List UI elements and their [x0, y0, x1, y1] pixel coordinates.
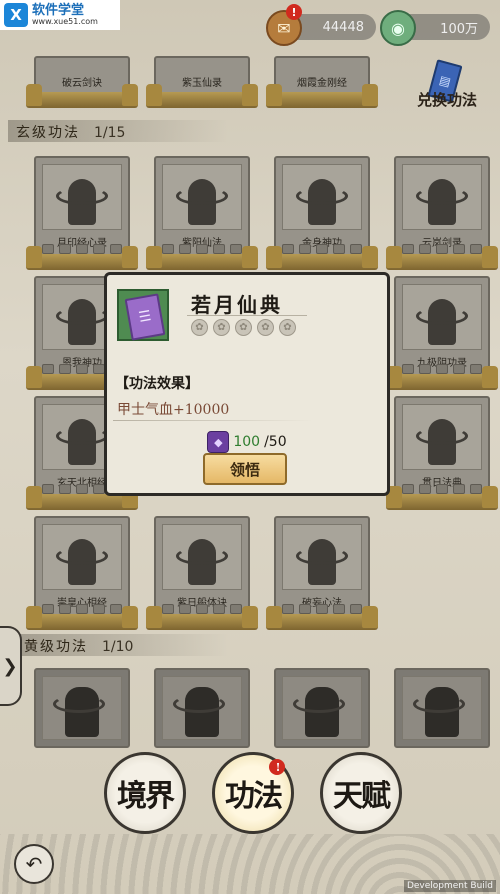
expand-side-tab[interactable]: ❯	[0, 626, 22, 706]
alert-badge: !	[269, 759, 285, 775]
skill-card[interactable]	[154, 668, 250, 748]
skill-card[interactable]: 破云剑诀	[26, 56, 138, 168]
watermark: X 软件学堂 www.xue51.com	[0, 0, 120, 30]
skill-card[interactable]	[34, 668, 130, 748]
star-icon: ✿	[257, 319, 274, 336]
locked-figure-icon	[53, 687, 105, 737]
learn-cost: ◆ 100/50	[107, 431, 387, 453]
star-icon: ✿	[235, 319, 252, 336]
skill-name: 紫玉仙录	[182, 78, 222, 89]
star-icon: ✿	[279, 319, 296, 336]
locked-figure-icon	[416, 419, 468, 465]
section-header-huang: 黄级功法 1/10	[24, 636, 133, 656]
locked-figure-icon	[56, 299, 108, 345]
locked-figure-icon	[416, 299, 468, 345]
locked-figure-icon	[176, 539, 228, 585]
locked-figure-icon	[296, 539, 348, 585]
alert-badge: !	[286, 4, 302, 20]
star-icon: ✿	[213, 319, 230, 336]
skill-card[interactable]	[394, 668, 490, 748]
section-count: 1/15	[94, 125, 126, 141]
nav-label: 功法	[225, 779, 283, 814]
watermark-url: www.xue51.com	[32, 16, 98, 26]
cost-owned: 100	[233, 434, 261, 450]
back-button[interactable]: ↶	[14, 844, 54, 884]
nav-label: 境界	[117, 779, 175, 814]
locked-figure-icon	[56, 179, 108, 225]
locked-figure-icon	[416, 179, 468, 225]
skill-card[interactable]: 紫玉仙录	[146, 56, 258, 168]
locked-figure-icon	[296, 179, 348, 225]
skill-card[interactable]: 九极阴功录	[386, 276, 498, 390]
scroll-resource[interactable]: ✉ ! 44448	[266, 4, 376, 46]
locked-figure-icon	[413, 687, 465, 737]
skill-detail-popup: ☰ 若月仙典 ✿ ✿ ✿ ✿ ✿ 【功法效果】 甲士气血+10000 ◆ 100…	[104, 272, 390, 496]
dev-build-label: Development Build	[403, 880, 496, 892]
section-title: 玄级功法	[16, 125, 80, 141]
cost-required: /50	[264, 434, 287, 450]
nav-realm-button[interactable]: 境界	[104, 752, 186, 834]
jade-icon: ◉	[380, 10, 416, 46]
jade-resource[interactable]: ◉ 100万	[380, 10, 490, 46]
section-title: 黄级功法	[24, 639, 88, 655]
locked-figure-icon	[176, 179, 228, 225]
skill-card[interactable]: 月印经心录	[26, 156, 138, 270]
watermark-title: 软件学堂	[32, 2, 85, 18]
skill-title: 若月仙典	[191, 293, 283, 317]
skill-card[interactable]: 贯日法典	[386, 396, 498, 510]
skill-card[interactable]: 紫阳仙法	[146, 156, 258, 270]
jade-count: 100万	[440, 21, 478, 37]
exchange-label: 兑换功法	[416, 91, 477, 109]
scripture-book-icon: ☰	[124, 293, 166, 341]
section-count: 1/10	[102, 639, 134, 655]
locked-figure-icon	[173, 687, 225, 737]
skill-card[interactable]: 破妄心法	[266, 516, 378, 630]
skill-star-rating: ✿ ✿ ✿ ✿ ✿	[191, 319, 296, 336]
learn-button[interactable]: 领悟	[203, 453, 287, 485]
watermark-logo: X	[4, 3, 28, 27]
skill-card[interactable]: 金身神功	[266, 156, 378, 270]
nav-talent-button[interactable]: 天赋	[320, 752, 402, 834]
skill-name: 破云剑诀	[62, 78, 102, 89]
chevron-right-icon: ❯	[2, 655, 18, 677]
locked-figure-icon	[56, 419, 108, 465]
nav-label: 天赋	[333, 779, 391, 814]
locked-figure-icon	[56, 539, 108, 585]
skill-portrait: ☰	[117, 289, 169, 341]
section-header-xuan: 玄级功法 1/15	[16, 122, 125, 142]
back-arrow-icon: ↶	[25, 852, 43, 876]
skill-card[interactable]	[274, 668, 370, 748]
exchange-skill-button[interactable]: ▤ 兑换功法	[402, 59, 492, 110]
skill-card[interactable]: 紫日般体诀	[146, 516, 258, 630]
skill-card[interactable]: 云岚剑录	[386, 156, 498, 270]
effect-header: 【功法效果】	[115, 376, 199, 392]
star-icon: ✿	[191, 319, 208, 336]
effect-value: 甲士气血+10000	[117, 402, 230, 418]
skill-card[interactable]: 烟霞金刚经	[266, 56, 378, 168]
resource-bar: ✉ ! 44448 ◉ 100万	[266, 4, 490, 46]
skill-name: 烟霞金刚经	[297, 78, 347, 89]
locked-figure-icon	[293, 687, 345, 737]
skill-card[interactable]: 崇皇心相经	[26, 516, 138, 630]
scroll-count: 44448	[322, 19, 364, 35]
spirit-gem-icon: ◆	[207, 431, 230, 453]
nav-skills-button[interactable]: 功法 !	[212, 752, 294, 834]
